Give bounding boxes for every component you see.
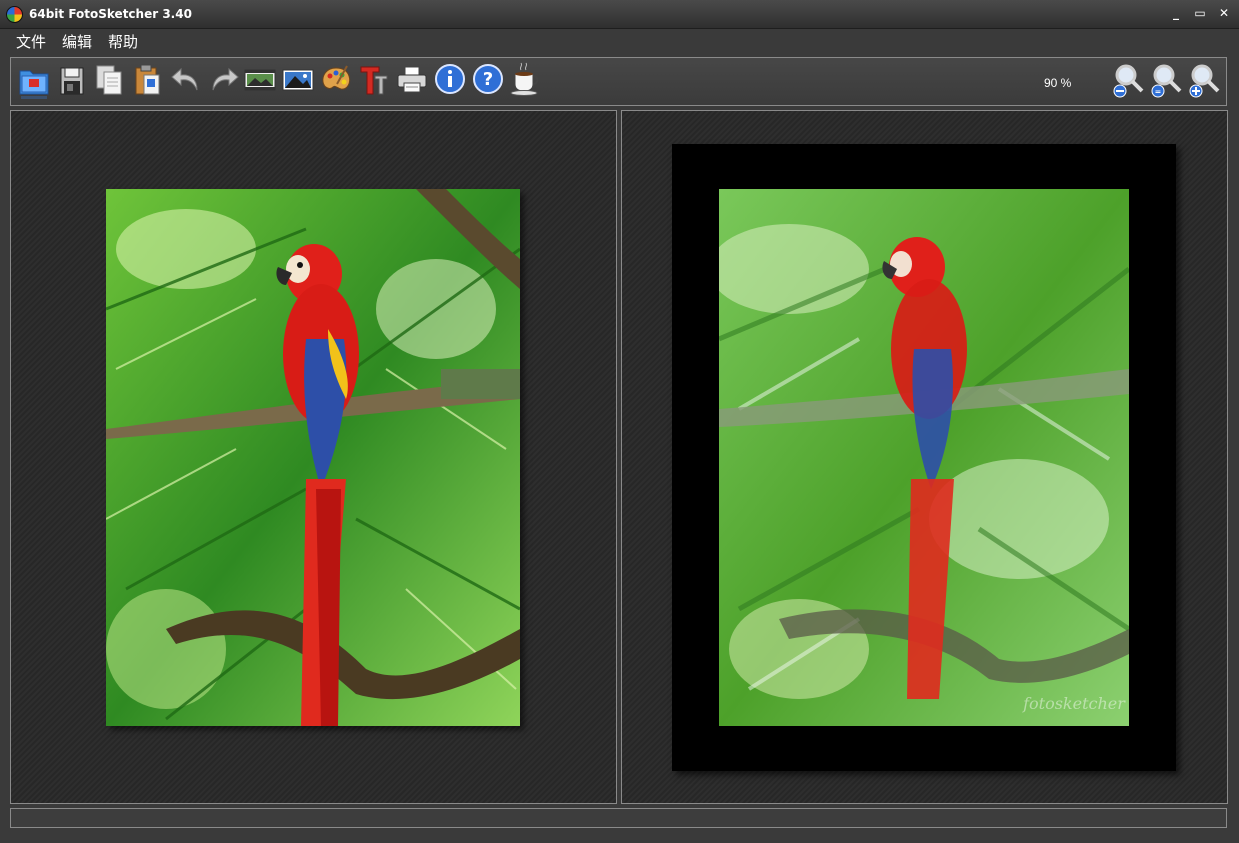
info-button[interactable] [433,62,467,102]
coffee-cup-icon [510,62,539,96]
add-text-button[interactable] [357,62,391,102]
palette-icon [322,65,351,90]
copy-icon [96,65,122,95]
print-button[interactable] [395,62,429,102]
original-photo [106,189,520,726]
toolbar: ? 90 % = [10,57,1227,106]
zoom-level: 90 % [1044,76,1072,90]
menu-file[interactable]: 文件 [9,29,53,55]
window-title: 64bit FotoSketcher 3.40 [29,7,192,21]
svg-text:=: = [1155,87,1162,96]
window-controls: _ ▭ ✕ [1169,5,1231,21]
svg-text:?: ? [483,69,493,90]
minimize-button[interactable]: _ [1169,5,1183,21]
help-icon: ? [473,64,503,94]
app-logo-icon [6,5,23,23]
status-text [11,814,17,827]
open-button[interactable] [17,62,51,102]
title-bar: 64bit FotoSketcher 3.40 _ ▭ ✕ [0,0,1239,29]
paste-button[interactable] [131,62,165,102]
printer-icon [397,66,427,93]
zoom-in-button[interactable] [1187,62,1221,102]
help-button[interactable]: ? [471,62,505,102]
painted-parrot: fotosketcher [719,189,1129,726]
undo-icon [171,67,198,91]
open-folder-icon [19,70,49,99]
undo-button[interactable] [169,62,203,102]
sketch-photo: fotosketcher [719,189,1129,726]
landscape-image-icon [282,69,314,91]
menu-edit[interactable]: 编辑 [55,29,99,55]
menu-help[interactable]: 帮助 [101,29,145,55]
text-icon [360,66,388,95]
sketch-frame: fotosketcher [672,144,1176,771]
filmstrip-icon [244,69,276,91]
sketch-watermark: fotosketcher [1022,694,1126,713]
redo-icon [212,67,239,91]
batch-process-button[interactable] [243,62,277,102]
paste-icon [135,64,160,95]
redo-button[interactable] [207,62,241,102]
zoom-out-icon [1113,64,1144,98]
save-button[interactable] [55,62,89,102]
sketch-image-panel[interactable]: fotosketcher [621,110,1228,804]
copy-button[interactable] [93,62,127,102]
original-image-panel[interactable] [10,110,617,804]
save-icon [60,67,84,95]
zoom-out-button[interactable] [1111,62,1145,102]
zoom-in-icon [1189,64,1220,98]
parrot-photo [106,189,520,726]
donate-button[interactable] [509,62,543,102]
info-icon [435,64,465,94]
menu-bar: 文件 编辑 帮助 [0,29,1239,55]
drawing-parameters-button[interactable] [319,62,353,102]
image-button[interactable] [281,62,315,102]
zoom-fit-button[interactable]: = [1149,62,1183,102]
zoom-fit-icon: = [1151,64,1182,98]
close-button[interactable]: ✕ [1217,5,1231,21]
maximize-button[interactable]: ▭ [1193,5,1207,21]
status-bar [10,808,1227,828]
